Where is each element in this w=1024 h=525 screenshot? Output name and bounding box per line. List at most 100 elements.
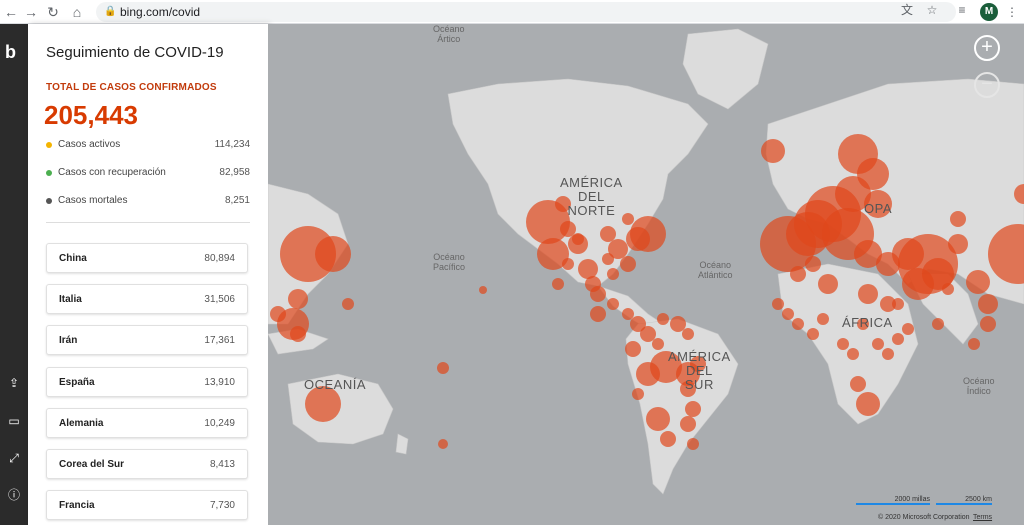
country-value: 31,506 — [204, 294, 235, 305]
case-bubble[interactable] — [585, 276, 601, 292]
world-map[interactable]: Océano Ártico Océano Pacífico Océano Atl… — [268, 24, 1024, 525]
zoom-out-button[interactable]: − — [974, 72, 1000, 98]
case-bubble[interactable] — [632, 388, 644, 400]
case-bubble[interactable] — [600, 226, 616, 242]
case-bubble[interactable] — [682, 328, 694, 340]
country-card-francia[interactable]: Francia 7,730 — [46, 490, 248, 520]
case-bubble[interactable] — [622, 213, 634, 225]
case-bubble[interactable] — [607, 298, 619, 310]
country-card-italia[interactable]: Italia 31,506 — [46, 284, 248, 314]
bing-logo[interactable]: b — [5, 42, 23, 62]
case-bubble[interactable] — [660, 431, 676, 447]
case-bubble[interactable] — [892, 333, 904, 345]
case-bubble[interactable] — [856, 392, 880, 416]
bookmark-star-icon[interactable]: ☆ — [925, 3, 939, 17]
stat-value: 114,234 — [214, 139, 250, 150]
case-bubble[interactable] — [590, 306, 606, 322]
translate-icon[interactable]: 文 — [900, 3, 914, 17]
country-card-china[interactable]: China 80,894 — [46, 243, 248, 273]
case-bubble[interactable] — [560, 221, 576, 237]
case-bubble[interactable] — [968, 338, 980, 350]
case-bubble[interactable] — [607, 268, 619, 280]
country-card-espana[interactable]: España 13,910 — [46, 367, 248, 397]
case-bubble[interactable] — [578, 259, 598, 279]
left-rail: b ⇪ ▭ ⤢ ⓘ — [0, 24, 28, 525]
reload-icon[interactable]: ↻ — [44, 3, 62, 21]
case-bubble[interactable] — [782, 308, 794, 320]
case-bubble[interactable] — [980, 316, 996, 332]
case-bubble[interactable] — [772, 298, 784, 310]
total-value: 205,443 — [44, 100, 138, 130]
case-bubble[interactable] — [640, 326, 656, 342]
case-bubble[interactable] — [270, 306, 286, 322]
url-text[interactable]: bing.com/covid — [120, 5, 200, 19]
land-new-zealand — [395, 433, 409, 455]
zoom-in-button[interactable]: + — [974, 35, 1000, 61]
case-bubble[interactable] — [670, 316, 686, 332]
case-bubble[interactable] — [932, 318, 944, 330]
case-bubble[interactable] — [978, 294, 998, 314]
case-bubble[interactable] — [882, 348, 894, 360]
case-bubble[interactable] — [630, 216, 666, 252]
case-bubble[interactable] — [602, 253, 614, 265]
share-icon[interactable]: ⇪ — [4, 374, 24, 392]
case-bubble[interactable] — [966, 270, 990, 294]
case-bubble[interactable] — [652, 338, 664, 350]
case-bubble[interactable] — [552, 278, 564, 290]
case-bubble[interactable] — [847, 348, 859, 360]
case-bubble[interactable] — [657, 313, 669, 325]
case-bubble[interactable] — [792, 318, 804, 330]
reading-list-icon[interactable]: ≡ — [955, 3, 969, 17]
case-bubble[interactable] — [872, 338, 884, 350]
case-bubble[interactable] — [805, 256, 821, 272]
case-bubble[interactable] — [850, 376, 866, 392]
case-bubble[interactable] — [646, 407, 670, 431]
country-value: 13,910 — [204, 377, 235, 388]
case-bubble[interactable] — [687, 438, 699, 450]
case-bubble[interactable] — [437, 362, 449, 374]
case-bubble[interactable] — [790, 266, 806, 282]
case-bubble[interactable] — [572, 233, 584, 245]
case-bubble[interactable] — [942, 283, 954, 295]
case-bubble[interactable] — [948, 234, 968, 254]
case-bubble[interactable] — [807, 328, 819, 340]
case-bubble[interactable] — [479, 286, 487, 294]
case-bubble[interactable] — [902, 323, 914, 335]
terms-link[interactable]: Terms — [973, 514, 992, 521]
case-bubble[interactable] — [818, 274, 838, 294]
case-bubble[interactable] — [625, 341, 641, 357]
case-bubble[interactable] — [761, 139, 785, 163]
feedback-icon[interactable]: ▭ — [4, 412, 24, 430]
address-bar[interactable]: 🔒 bing.com/covid — [96, 2, 956, 22]
land-south-america — [625, 318, 739, 495]
recovered-dot-icon — [46, 170, 52, 176]
case-bubble[interactable] — [315, 236, 351, 272]
case-bubble[interactable] — [288, 289, 308, 309]
case-bubble[interactable] — [622, 308, 634, 320]
case-bubble[interactable] — [837, 338, 849, 350]
country-value: 10,249 — [204, 418, 235, 429]
stat-value: 82,958 — [219, 167, 250, 178]
case-bubble[interactable] — [950, 211, 966, 227]
case-bubble[interactable] — [290, 326, 306, 342]
back-icon[interactable]: ← — [2, 3, 20, 21]
case-bubble[interactable] — [680, 416, 696, 432]
home-icon[interactable]: ⌂ — [68, 3, 86, 21]
country-card-alemania[interactable]: Alemania 10,249 — [46, 408, 248, 438]
forward-icon[interactable]: → — [22, 3, 40, 21]
country-card-iran[interactable]: Irán 17,361 — [46, 325, 248, 355]
case-bubble[interactable] — [438, 439, 448, 449]
case-bubble[interactable] — [342, 298, 354, 310]
stat-deaths: Casos mortales 8,251 — [46, 194, 250, 210]
profile-avatar[interactable]: M — [980, 3, 998, 21]
info-icon[interactable]: ⓘ — [4, 486, 24, 504]
case-bubble[interactable] — [892, 298, 904, 310]
menu-icon[interactable]: ⋮ — [1006, 3, 1018, 21]
case-bubble[interactable] — [858, 284, 878, 304]
case-bubble[interactable] — [562, 258, 574, 270]
expand-icon[interactable]: ⤢ — [4, 449, 24, 467]
country-card-corea-del-sur[interactable]: Corea del Sur 8,413 — [46, 449, 248, 479]
case-bubble[interactable] — [685, 401, 701, 417]
case-bubble[interactable] — [817, 313, 829, 325]
case-bubble[interactable] — [620, 256, 636, 272]
